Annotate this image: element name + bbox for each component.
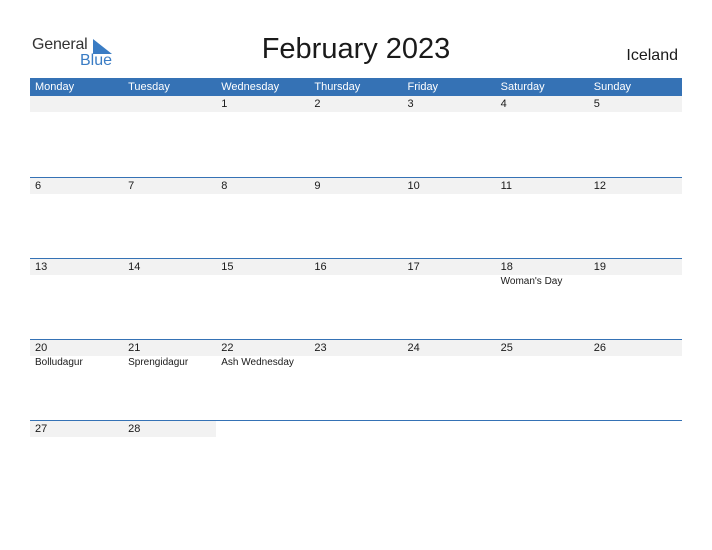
day-number: 8 <box>221 180 228 192</box>
week-row: 27 28 <box>30 420 682 501</box>
weekday-header: Saturday <box>500 81 545 93</box>
day-number: 7 <box>128 180 135 192</box>
day-number: 24 <box>407 342 420 354</box>
day-cell[interactable]: 27 <box>30 421 123 437</box>
day-number: 11 <box>500 180 513 192</box>
empty-day-cell <box>588 421 682 437</box>
weekday-header: Thursday <box>314 81 361 93</box>
holiday-label: Bolludagur <box>35 357 83 368</box>
empty-day-cell <box>30 96 123 112</box>
date-bar: 1 2 3 4 5 <box>30 96 682 112</box>
day-cell[interactable]: 1 <box>216 96 309 112</box>
calendar-title: February 2023 <box>261 33 451 65</box>
day-cell[interactable]: 20 Bolludagur <box>30 340 123 368</box>
weekday-header-row: Monday Tuesday Wednesday Thursday Friday… <box>30 78 682 96</box>
day-cell[interactable]: 12 <box>589 178 682 194</box>
week-row: 20 Bolludagur 21 Sprengidagur 22 Ash Wednesda… <box>30 339 682 420</box>
empty-day-cell <box>495 421 589 437</box>
date-bar: 13 14 15 16 17 18 Woman's Day 19 <box>30 258 682 287</box>
day-number: 9 <box>314 180 321 192</box>
day-number: 26 <box>593 342 606 354</box>
weekday-header: Wednesday <box>221 81 280 93</box>
calendar-grid: Monday Tuesday Wednesday Thursday Friday… <box>30 78 682 501</box>
day-number: 20 <box>35 342 48 354</box>
day-number: 23 <box>314 342 327 354</box>
day-number: 12 <box>593 180 606 192</box>
day-number: 10 <box>407 180 420 192</box>
holiday-label: Sprengidagur <box>128 357 189 368</box>
day-number: 16 <box>314 261 327 273</box>
day-cell[interactable]: 26 <box>589 340 682 356</box>
day-number: 17 <box>407 261 420 273</box>
day-number: 6 <box>35 180 42 192</box>
day-cell[interactable]: 11 <box>496 178 589 194</box>
day-number: 28 <box>128 423 141 435</box>
day-number: 13 <box>35 261 48 273</box>
day-number: 14 <box>128 261 141 273</box>
empty-day-cell <box>123 96 216 112</box>
holiday-label: Ash Wednesday <box>221 357 294 368</box>
weekday-header: Monday <box>35 81 75 93</box>
day-cell[interactable]: 16 <box>309 259 402 275</box>
day-number: 19 <box>593 261 606 273</box>
day-cell[interactable]: 6 <box>30 178 123 194</box>
empty-day-cell <box>309 421 403 437</box>
day-number: 21 <box>128 342 141 354</box>
day-cell[interactable]: 25 <box>496 340 589 356</box>
day-cell[interactable]: 9 <box>309 178 402 194</box>
day-number: 18 <box>500 261 513 273</box>
day-cell[interactable]: 28 <box>123 421 216 437</box>
weekday-header: Tuesday <box>128 81 170 93</box>
empty-day-cell <box>402 421 496 437</box>
day-number: 22 <box>221 342 234 354</box>
week-row: 6 7 8 9 10 11 12 <box>30 177 682 258</box>
holiday-label: Woman's Day <box>500 276 563 287</box>
day-number: 2 <box>314 98 321 110</box>
day-cell[interactable]: 18 Woman's Day <box>496 259 589 287</box>
day-cell[interactable]: 17 <box>403 259 496 275</box>
day-cell[interactable]: 15 <box>216 259 309 275</box>
day-cell[interactable]: 5 <box>589 96 682 112</box>
day-cell[interactable]: 22 Ash Wednesday <box>216 340 309 368</box>
weekday-header: Sunday <box>593 81 632 93</box>
day-number: 15 <box>221 261 234 273</box>
week-row: 13 14 15 16 17 18 Woman's Day 19 <box>30 258 682 339</box>
day-cell[interactable]: 2 <box>309 96 402 112</box>
day-number: 1 <box>221 98 228 110</box>
date-bar: 6 7 8 9 10 11 12 <box>30 177 682 194</box>
day-number: 3 <box>407 98 414 110</box>
day-number: 5 <box>593 98 600 110</box>
day-cell[interactable]: 13 <box>30 259 123 275</box>
weeks-container: 1 2 3 4 5 6 7 8 9 10 11 12 13 14 15 16 17 18 Woman's Day 19… <box>30 96 682 501</box>
date-bar: 20 Bolludagur 21 Sprengidagur 22 Ash Wednesda… <box>30 339 682 368</box>
day-cell[interactable]: 3 <box>403 96 496 112</box>
day-cell[interactable]: 4 <box>496 96 589 112</box>
day-cell[interactable]: 8 <box>216 178 309 194</box>
country-label: Iceland <box>626 47 678 64</box>
day-cell[interactable]: 21 Sprengidagur <box>123 340 216 368</box>
day-cell[interactable]: 14 <box>123 259 216 275</box>
day-cell[interactable]: 7 <box>123 178 216 194</box>
day-cell[interactable]: 23 <box>309 340 402 356</box>
week-row: 1 2 3 4 5 <box>30 96 682 177</box>
empty-day-cell <box>216 421 310 437</box>
day-cell[interactable]: 24 <box>403 340 496 356</box>
date-bar: 27 28 <box>30 420 682 437</box>
day-number: 4 <box>500 98 507 110</box>
weekday-header: Friday <box>407 81 439 93</box>
day-cell[interactable]: 10 <box>403 178 496 194</box>
day-cell[interactable]: 19 <box>589 259 682 275</box>
day-number: 27 <box>35 423 48 435</box>
day-number: 25 <box>500 342 513 354</box>
